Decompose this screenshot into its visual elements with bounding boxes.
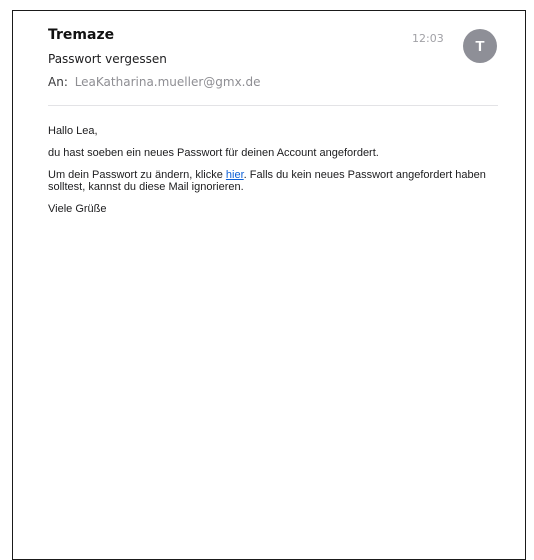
header-divider [48,105,498,106]
sender-name: Tremaze [48,27,115,43]
reset-password-link[interactable]: hier [226,169,244,181]
email-body: Hallo Lea, du hast soeben ein neues Pass… [48,125,508,225]
avatar-initial: T [475,37,485,55]
email-header: Tremaze Passwort vergessen An: LeaKathar… [13,11,525,107]
email-view: Tremaze Passwort vergessen An: LeaKathar… [12,10,526,560]
recipient-label: An: [48,75,68,89]
avatar[interactable]: T [463,29,497,63]
email-subject: Passwort vergessen [48,52,167,66]
email-time: 12:03 [412,32,444,45]
body-line-1: du hast soeben ein neues Passwort für de… [48,147,379,159]
body-line-2: Um dein Passwort zu ändern, klicke hier.… [48,169,508,193]
recipient-row: An: LeaKatharina.mueller@gmx.de [48,75,261,89]
body-line-2-start: Um dein Passwort zu ändern, klicke [48,169,226,181]
recipient-address[interactable]: LeaKatharina.mueller@gmx.de [75,75,261,89]
greeting: Hallo Lea, [48,125,98,137]
closing: Viele Grüße [48,203,107,215]
